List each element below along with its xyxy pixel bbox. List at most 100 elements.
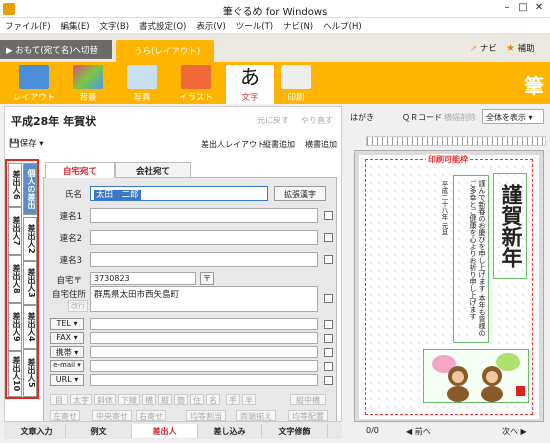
greeting-text[interactable]: 謹賀新年 xyxy=(493,173,527,279)
mobile-select[interactable]: 携帯 ▾ xyxy=(50,346,84,358)
tab-examples[interactable]: 例文 xyxy=(66,424,132,438)
url-checkbox[interactable] xyxy=(324,376,333,385)
fmt-bold-button[interactable]: 太字 xyxy=(70,394,92,405)
fmt-name-button[interactable]: 名 xyxy=(206,394,220,405)
renmei2-checkbox[interactable] xyxy=(324,233,333,242)
add-horizontal-button[interactable]: 横書追加 xyxy=(305,139,337,150)
navi-button[interactable]: ➚ ナビ xyxy=(470,42,497,54)
switch-front-button[interactable]: ▶ おもて(宛て名)へ切替 xyxy=(0,40,112,59)
fmt-vertical-button[interactable]: 縦 xyxy=(158,394,172,405)
prev-button[interactable]: ◀ 前へ xyxy=(406,426,431,437)
fmt-italic-button[interactable]: 斜体 xyxy=(94,394,116,405)
tel-select[interactable]: TEL ▾ xyxy=(50,318,84,330)
tab-merge[interactable]: 差し込み xyxy=(198,424,262,438)
tab-text-input[interactable]: 文章入力 xyxy=(8,424,66,438)
tel-checkbox[interactable] xyxy=(324,320,333,329)
toolbar-background[interactable]: 背景 xyxy=(64,65,112,103)
sender-tab-6[interactable]: 差出人6 xyxy=(8,163,22,207)
close-icon[interactable]: ✕ xyxy=(532,2,546,14)
zip-search-button[interactable]: 〒 xyxy=(200,272,214,285)
width-delete-button[interactable]: 横幅削除 xyxy=(444,112,476,123)
renmei2-input[interactable] xyxy=(90,230,318,245)
renmei3-input[interactable] xyxy=(90,252,318,267)
toolbar-print[interactable]: 印刷 xyxy=(272,65,320,103)
renmei3-checkbox[interactable] xyxy=(324,255,333,264)
message-text[interactable]: 謹んで新春のお慶びを申し上げます 本年も皆様のご多幸とご健康を心よりお祈り申し上… xyxy=(453,175,489,343)
email-checkbox[interactable] xyxy=(324,362,333,371)
sender-tab-10[interactable]: 差出人10 xyxy=(8,351,22,397)
menu-help[interactable]: ヘルプ(H) xyxy=(318,18,367,34)
sender-tab-2[interactable]: 差出人2 xyxy=(23,217,37,261)
sender-tab-9[interactable]: 差出人9 xyxy=(8,303,22,351)
tab-decoration[interactable]: 文字修飾 xyxy=(262,424,328,438)
zoom-select[interactable]: 全体を表示 ▾ xyxy=(482,109,544,124)
url-select[interactable]: URL ▾ xyxy=(50,374,84,386)
address-input[interactable]: 群馬県太田市西矢島町 xyxy=(90,286,318,312)
undo-button[interactable]: 元に戻す xyxy=(257,115,289,126)
next-button[interactable]: 次へ ▶ xyxy=(502,426,527,437)
menu-edit[interactable]: 編集(E) xyxy=(56,18,95,34)
fmt-hand-button[interactable]: 手 xyxy=(226,394,240,405)
fmt-eye-button[interactable]: 目 xyxy=(50,394,68,405)
menu-file[interactable]: ファイル(F) xyxy=(0,18,56,34)
align-right-button[interactable]: 右寄せ xyxy=(136,410,166,421)
sender-tab-4[interactable]: 差出人4 xyxy=(23,305,37,349)
menu-format[interactable]: 書式設定(O) xyxy=(134,18,191,34)
tab-company[interactable]: 会社宛て xyxy=(115,162,191,178)
mobile-checkbox[interactable] xyxy=(324,348,333,357)
tab-home[interactable]: 自宅宛て xyxy=(45,162,115,178)
newline-button[interactable]: 改行 xyxy=(68,300,88,312)
tel-input[interactable] xyxy=(90,318,318,330)
address-checkbox[interactable] xyxy=(324,294,333,303)
redo-button[interactable]: やり直す xyxy=(301,115,333,126)
qr-code-button[interactable]: ＱＲコード xyxy=(402,112,442,123)
toolbar-illustration[interactable]: イラスト xyxy=(172,65,220,103)
fmt-simple-button[interactable]: 簡 xyxy=(174,394,188,405)
email-input[interactable] xyxy=(90,360,318,372)
fmt-horizontal-button[interactable]: 横 xyxy=(142,394,156,405)
zip-input[interactable]: 3730823 xyxy=(90,272,196,285)
postcard[interactable]: 印刷可能枠 謹賀新年 謹んで新春のお慶びを申し上げます 本年も皆様のご多幸とご健… xyxy=(359,154,539,419)
menu-tools[interactable]: ツール(T) xyxy=(231,18,278,34)
justify-button[interactable]: 両端揃え xyxy=(236,410,276,421)
sender-tab-8[interactable]: 差出人8 xyxy=(8,255,22,303)
date-text[interactable]: 平成二十八年 元旦 xyxy=(439,181,449,235)
toolbar-photo[interactable]: 写真 xyxy=(118,65,166,103)
name-input[interactable]: 太田 二郎 xyxy=(90,186,268,201)
sender-tab-3[interactable]: 差出人3 xyxy=(23,261,37,305)
monkey-illustration[interactable] xyxy=(423,349,529,403)
fax-select[interactable]: FAX ▾ xyxy=(50,332,84,344)
sender-tab-7[interactable]: 差出人7 xyxy=(8,207,22,255)
email-select[interactable]: e-mail ▾ xyxy=(50,360,84,372)
tab-sender[interactable]: 差出人 xyxy=(132,424,198,438)
fmt-tatechuyoko-button[interactable]: 縦中横 xyxy=(290,394,326,405)
equal-assign-button[interactable]: 均等割当 xyxy=(186,410,226,421)
toolbar-layout[interactable]: レイアウト xyxy=(10,65,58,103)
align-center-button[interactable]: 中央寄せ xyxy=(92,410,132,421)
sender-tab-5[interactable]: 差出人5 xyxy=(23,349,37,397)
fax-checkbox[interactable] xyxy=(324,334,333,343)
menu-view[interactable]: 表示(V) xyxy=(191,18,230,34)
url-input[interactable] xyxy=(90,374,318,386)
help-button[interactable]: ★ 補助 xyxy=(506,42,535,54)
toolbar-text[interactable]: あ文字 xyxy=(226,65,274,104)
maximize-icon[interactable]: □ xyxy=(516,2,530,14)
extended-kanji-button[interactable]: 拡張漢字 xyxy=(274,186,326,201)
fmt-address-button[interactable]: 住 xyxy=(190,394,204,405)
fax-input[interactable] xyxy=(90,332,318,344)
fmt-half-button[interactable]: 半 xyxy=(242,394,256,405)
fmt-underline-button[interactable]: 下線 xyxy=(118,394,140,405)
distribute-button[interactable]: 均等配置 xyxy=(288,410,328,421)
renmei1-checkbox[interactable] xyxy=(324,211,333,220)
minimize-icon[interactable]: – xyxy=(500,2,514,14)
menu-text[interactable]: 文字(B) xyxy=(95,18,134,34)
card-canvas[interactable]: 印刷可能枠 謹賀新年 謹んで新春のお慶びを申し上げます 本年も皆様のご多幸とご健… xyxy=(354,150,544,422)
align-left-button[interactable]: 左寄せ xyxy=(50,410,80,421)
save-button[interactable]: 💾保存 ▾ xyxy=(9,137,44,149)
menu-navi[interactable]: ナビ(N) xyxy=(278,18,318,34)
add-vertical-button[interactable]: 縦書追加 xyxy=(263,139,295,150)
mobile-input[interactable] xyxy=(90,346,318,358)
renmei1-input[interactable] xyxy=(90,208,318,223)
sender-layout-button[interactable]: 差出人レイアウト xyxy=(201,139,265,150)
back-layout-tab[interactable]: うら(レイアウト) xyxy=(116,40,214,62)
